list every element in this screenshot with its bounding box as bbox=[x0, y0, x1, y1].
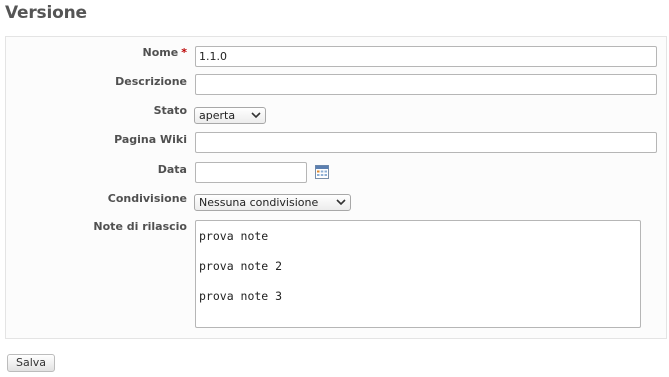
date-label: Data bbox=[157, 163, 187, 176]
chevron-down-icon bbox=[336, 199, 346, 206]
chevron-down-icon bbox=[251, 112, 261, 119]
required-mark: * bbox=[181, 46, 187, 59]
sharing-label: Condivisione bbox=[107, 192, 187, 205]
description-label: Descrizione bbox=[115, 75, 187, 88]
release-notes-label: Note di rilascio bbox=[93, 220, 187, 233]
name-label: Nome * bbox=[142, 46, 187, 59]
status-label: Stato bbox=[153, 104, 187, 117]
name-field[interactable] bbox=[195, 46, 657, 67]
status-selected-value: aperta bbox=[199, 109, 236, 122]
calendar-icon[interactable] bbox=[315, 165, 329, 179]
release-notes-textarea[interactable]: prova note prova note 2 prova note 3 bbox=[195, 220, 641, 328]
status-select[interactable]: aperta bbox=[194, 107, 266, 124]
save-button[interactable]: Salva bbox=[7, 354, 56, 372]
page-title: Versione bbox=[5, 3, 87, 23]
date-field[interactable] bbox=[195, 162, 307, 183]
wiki-page-field[interactable] bbox=[195, 132, 657, 153]
description-field[interactable] bbox=[195, 74, 657, 95]
sharing-selected-value: Nessuna condivisione bbox=[199, 196, 319, 209]
wiki-page-label: Pagina Wiki bbox=[114, 133, 187, 146]
sharing-select[interactable]: Nessuna condivisione bbox=[194, 194, 351, 211]
